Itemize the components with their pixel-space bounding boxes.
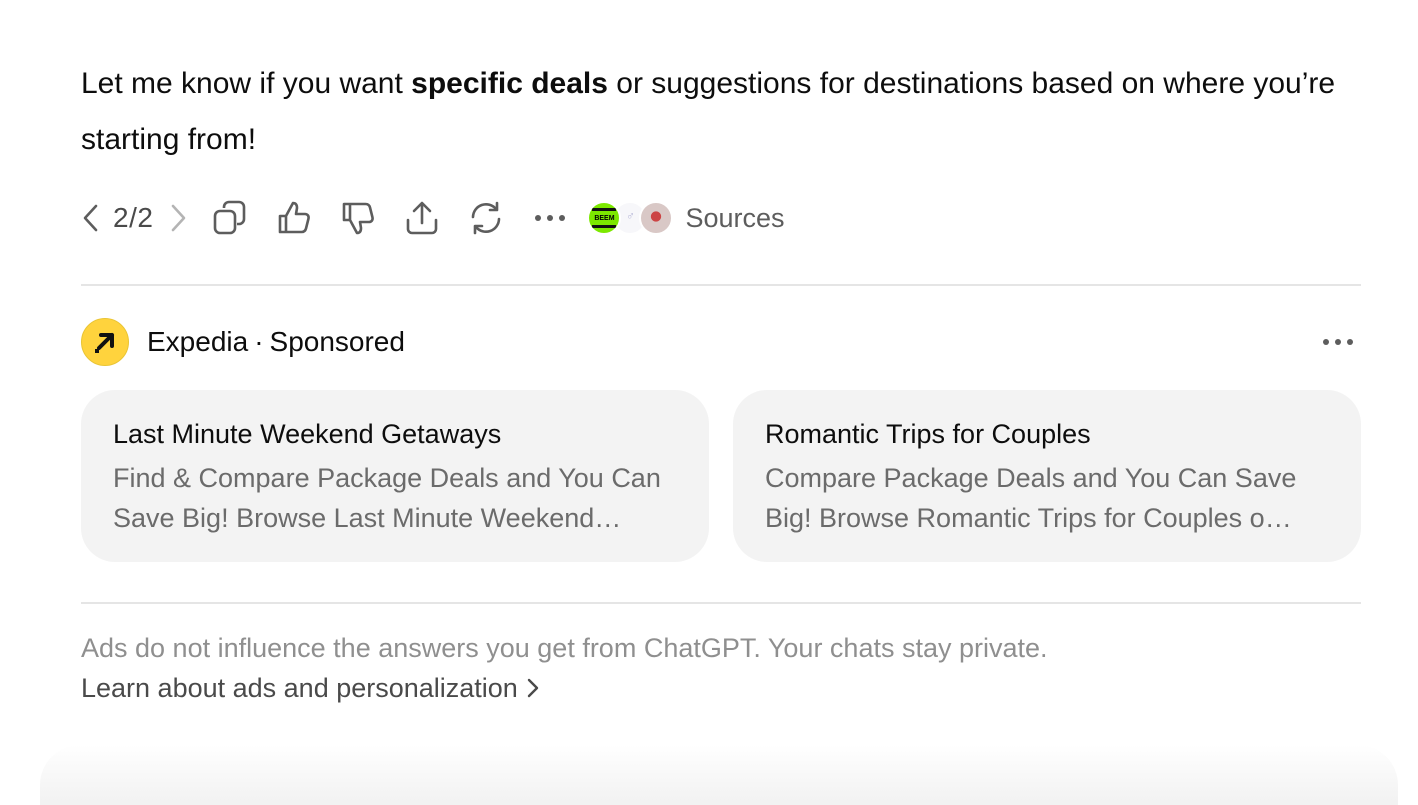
share-button[interactable] xyxy=(399,195,445,241)
expedia-logo xyxy=(81,318,129,366)
ads-disclaimer: Ads do not influence the answers you get… xyxy=(81,633,1048,663)
thumbs-up-icon xyxy=(279,201,311,234)
regenerate-button[interactable] xyxy=(463,195,509,241)
thumbs-down-icon xyxy=(343,202,375,235)
message-actions-bar: 2/2 BEEM ♂ Sources xyxy=(81,195,785,241)
thumbs-up-button[interactable] xyxy=(271,195,317,241)
more-icon xyxy=(535,215,566,221)
copy-icon xyxy=(214,200,246,235)
sources-button[interactable]: BEEM ♂ Sources xyxy=(587,201,785,235)
learn-about-ads-label: Learn about ads and personalization xyxy=(81,673,518,703)
chevron-left-icon xyxy=(83,204,98,232)
regenerate-icon xyxy=(472,201,501,235)
ad-card-description: Compare Package Deals and You Can Save B… xyxy=(765,463,1297,533)
sponsored-label: Sponsored xyxy=(269,326,405,357)
ad-card[interactable]: Romantic Trips for Couples Compare Packa… xyxy=(733,390,1361,562)
share-icon xyxy=(407,201,438,235)
more-icon xyxy=(1323,339,1353,345)
learn-about-ads-link[interactable]: Learn about ads and personalization xyxy=(81,668,540,708)
ad-card[interactable]: Last Minute Weekend Getaways Find & Comp… xyxy=(81,390,709,562)
previous-response-button[interactable] xyxy=(81,195,107,241)
chevron-right-icon xyxy=(527,678,539,698)
assistant-message: Let me know if you want specific deals o… xyxy=(81,56,1361,168)
ad-header: Expedia · Sponsored xyxy=(81,318,1361,366)
next-response-button[interactable] xyxy=(163,195,193,241)
message-text: Let me know if you want xyxy=(81,67,412,100)
source-favicon: BEEM xyxy=(587,201,622,235)
arrow-up-right-icon xyxy=(95,333,114,353)
ad-card-title: Romantic Trips for Couples xyxy=(765,419,1091,449)
source-favicon xyxy=(639,201,674,235)
composer-shadow xyxy=(40,745,1398,805)
copy-button[interactable] xyxy=(207,195,253,241)
ad-brand-name: Expedia xyxy=(147,326,249,357)
divider xyxy=(81,602,1361,604)
chevron-right-icon xyxy=(172,204,186,232)
thumbs-down-button[interactable] xyxy=(335,195,381,241)
message-bold-text: specific deals xyxy=(411,67,608,100)
ad-card-description: Find & Compare Package Deals and You Can… xyxy=(113,463,661,533)
ad-card-title: Last Minute Weekend Getaways xyxy=(113,419,502,449)
ad-cards: Last Minute Weekend Getaways Find & Comp… xyxy=(81,390,1361,562)
more-actions-button[interactable] xyxy=(527,195,573,241)
ad-options-button[interactable] xyxy=(1315,319,1361,365)
sources-label: Sources xyxy=(685,202,785,233)
response-pager: 2/2 xyxy=(113,202,154,233)
separator: · xyxy=(254,326,264,357)
divider xyxy=(81,284,1361,286)
